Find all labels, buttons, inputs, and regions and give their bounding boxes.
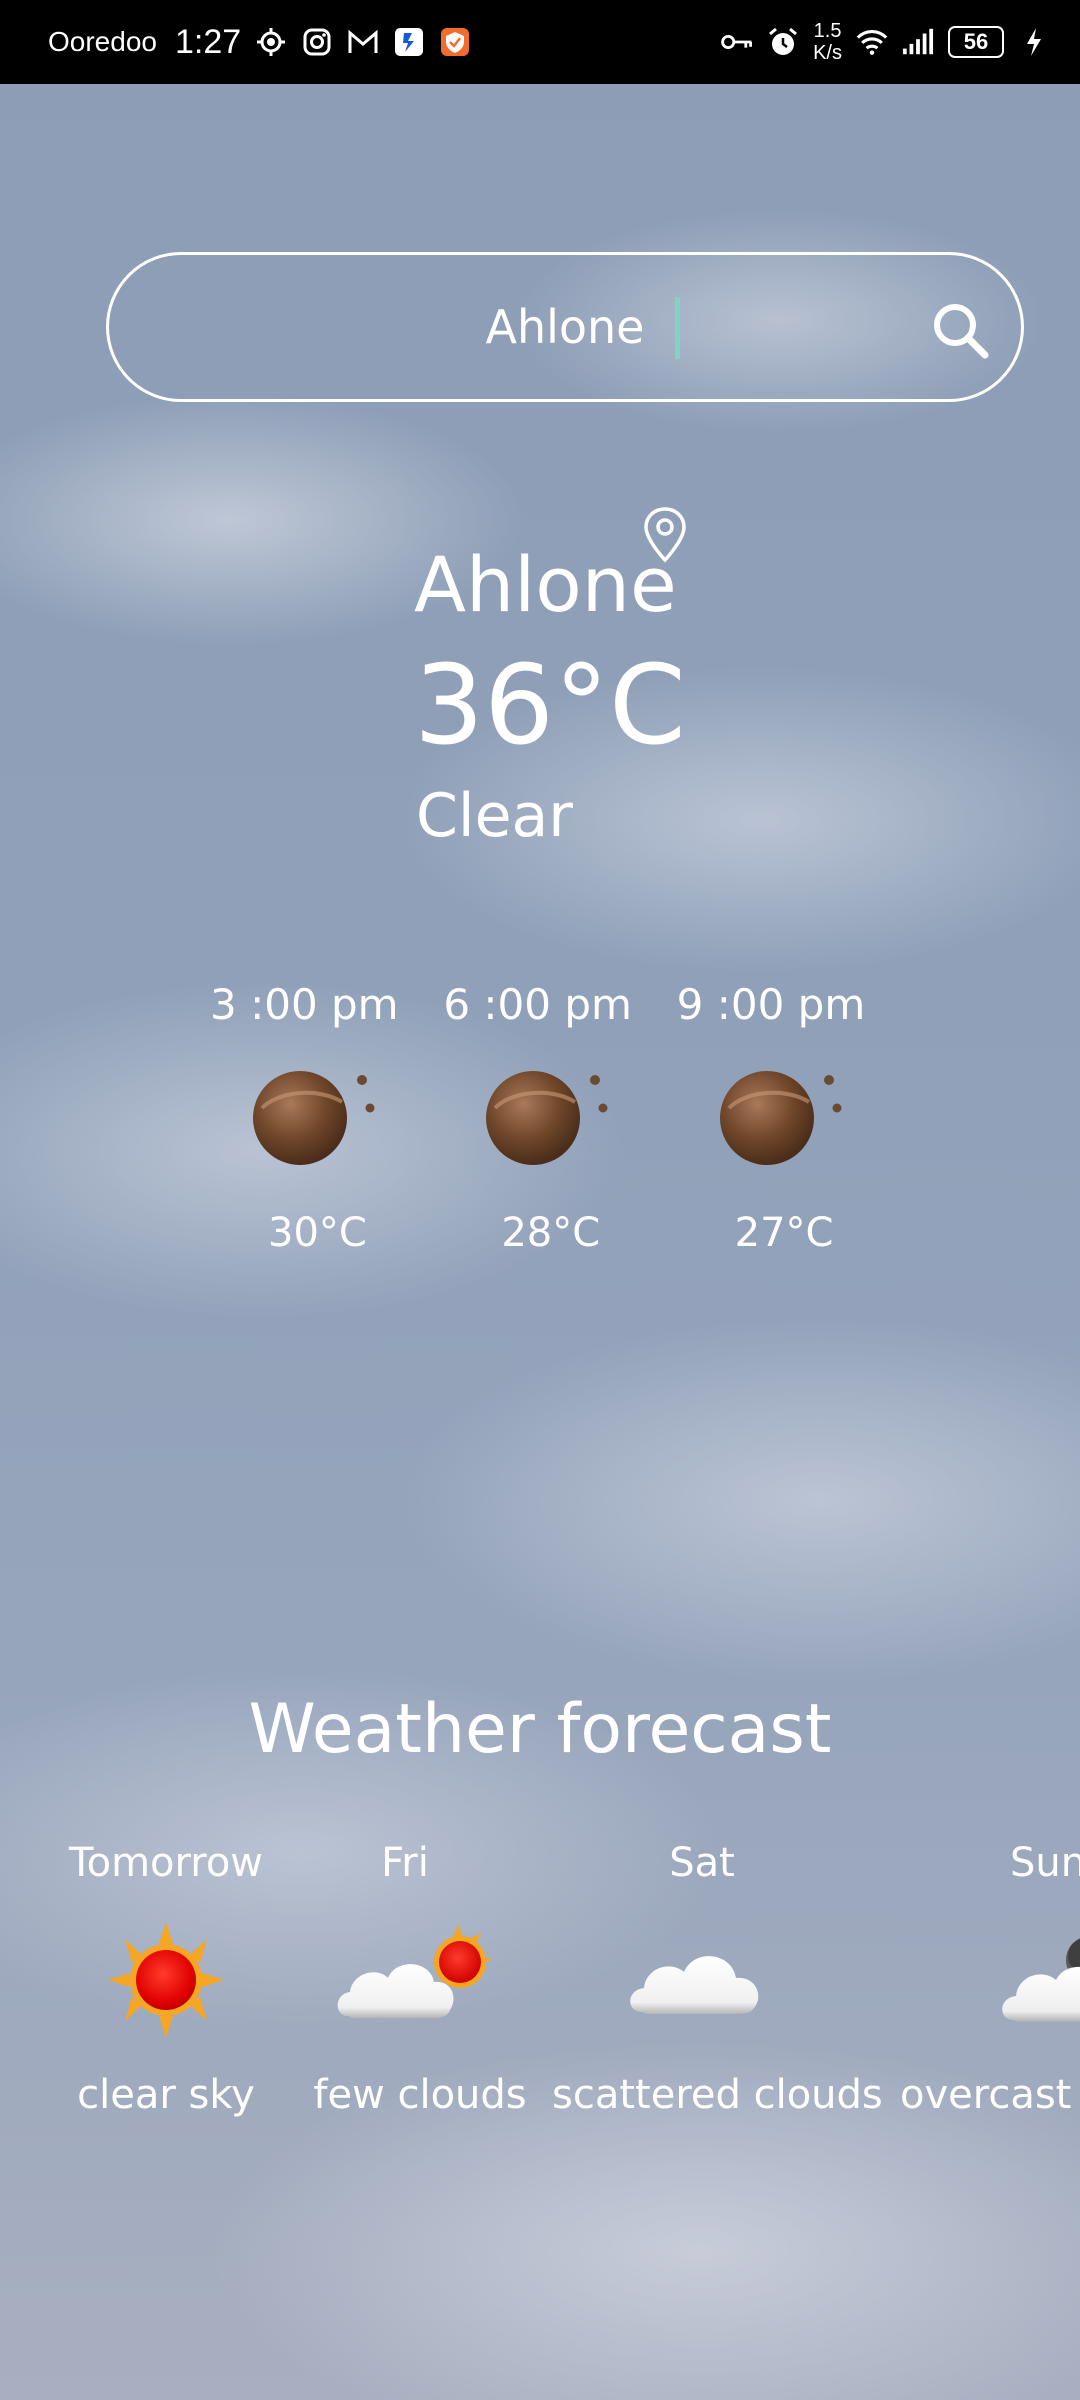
forecast-day-name: Sat — [669, 1840, 735, 1886]
forecast-day-name: Fri — [381, 1840, 429, 1886]
forecast-title: Weather forecast — [248, 1690, 832, 1769]
vpn-key-icon — [721, 26, 753, 58]
instagram-icon — [301, 26, 333, 58]
forecast-day-description: clear sky — [77, 2072, 255, 2118]
text-caret — [675, 297, 680, 359]
current-temperature: 36°C — [414, 641, 686, 769]
sun-icon — [76, 1920, 256, 2040]
status-bar-left: Ooredoo 1:27 — [48, 23, 471, 62]
overcast-icon — [990, 1920, 1080, 2040]
hourly-forecast: 3 :00 pm 30°C 6 :00 pm 28°C 9 :00 pm 27°… — [200, 970, 900, 1290]
hourly-temperature: 30°C — [268, 1210, 367, 1256]
network-speed: 1.5 K/s — [813, 20, 842, 64]
search-input[interactable] — [109, 255, 1021, 399]
status-bar-right: 1.5 K/s 56 — [721, 20, 1050, 64]
forecast-day-item: Tomorrow clear sky — [46, 1840, 286, 2140]
night-clear-icon — [483, 1060, 623, 1170]
hourly-time: 9 :00 pm — [676, 980, 866, 1029]
shield-app-icon — [439, 26, 471, 58]
search-bar — [106, 252, 1024, 402]
status-bar: Ooredoo 1:27 1.5 K/s 56 — [0, 0, 1080, 84]
forecast-day-name: Tomorrow — [68, 1840, 264, 1886]
signal-icon — [902, 26, 934, 58]
night-clear-icon — [250, 1060, 390, 1170]
hourly-item: 6 :00 pm 28°C — [433, 970, 666, 1290]
status-time: 1:27 — [174, 22, 242, 61]
forecast-day-description: scattered clouds — [552, 2072, 883, 2118]
hourly-time: 3 :00 pm — [210, 980, 399, 1029]
forecast-day-name: Sun — [1010, 1840, 1080, 1886]
forecast-day-item: Sun overcast — [900, 1840, 1080, 2140]
forecast-day-description: overcast — [900, 2072, 1072, 2118]
hourly-item: 3 :00 pm 30°C — [200, 970, 433, 1290]
city-name: Ahlone — [414, 540, 677, 629]
battery-level: 56 — [963, 29, 989, 54]
settings-gear-icon — [255, 26, 287, 58]
carrier-name: Ooredoo — [48, 26, 157, 57]
forecast-day-item: Sat scattered clouds — [552, 1840, 883, 2140]
current-condition: Clear — [416, 781, 573, 851]
hourly-temperature: 27°C — [734, 1210, 834, 1256]
alarm-icon — [767, 26, 799, 58]
location-pin-icon[interactable] — [642, 506, 688, 564]
wifi-icon — [856, 26, 888, 58]
sun-cloud-icon — [330, 1920, 510, 2040]
hourly-item: 9 :00 pm 27°C — [667, 970, 900, 1290]
cloud-icon — [612, 1920, 792, 2040]
forecast-day-item: Fri few clouds — [300, 1840, 540, 2140]
network-speed-value: 1.5 — [813, 20, 842, 42]
gmail-icon — [347, 26, 379, 58]
hourly-time: 6 :00 pm — [443, 980, 632, 1029]
hourly-temperature: 28°C — [501, 1210, 601, 1256]
search-icon[interactable] — [929, 299, 991, 361]
app-notification-icon — [393, 26, 425, 58]
battery-indicator: 56 — [948, 26, 1004, 58]
daily-forecast-list[interactable]: Tomorrow clear sky Fri few clouds Sat sc… — [0, 1840, 1080, 2140]
forecast-day-description: few clouds — [313, 2072, 527, 2118]
charging-bolt-icon — [1018, 26, 1050, 58]
network-speed-unit: K/s — [813, 42, 842, 64]
night-clear-icon — [717, 1060, 857, 1170]
